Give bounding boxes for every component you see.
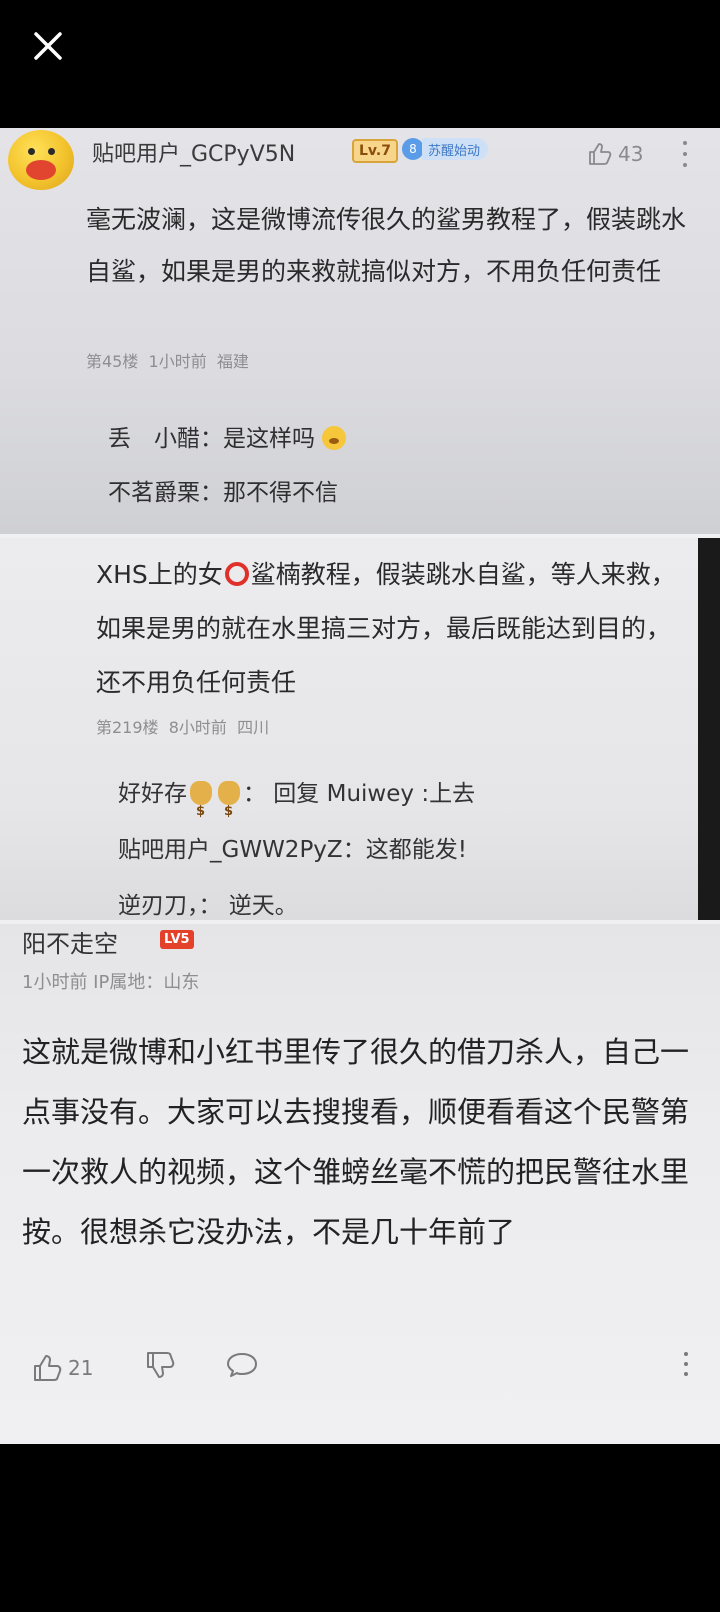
like-button[interactable]: 21 — [30, 1351, 93, 1385]
comment-meta: 1小时前 IP属地：山东 — [22, 972, 200, 993]
floor-number: 第219楼 — [96, 718, 159, 737]
thumbs-up-icon — [589, 143, 612, 165]
reply-item[interactable]: 逆刃刀，： 逆天。 — [118, 878, 475, 920]
comment-body: 毫无波澜，这是微博流传很久的鲨男教程了，假装跳水自鲨，如果是男的来救就搞似对方，… — [86, 205, 687, 286]
comment-time: 1小时前 — [148, 352, 207, 371]
comment-meta: 第219楼 8小时前 四川 — [96, 714, 269, 738]
like-count: 43 — [618, 142, 644, 166]
comment-time: 8小时前 — [168, 718, 227, 737]
screenshot-panel-2: XHS上的女 鲨楠教程，假装跳水自鲨，等人来救，如果是男的就在水里搞三对方，最后既… — [0, 538, 720, 920]
reply-text: ：这都能发! — [342, 837, 467, 863]
more-icon[interactable] — [680, 138, 690, 172]
reply-author: 好好存 — [118, 781, 187, 807]
reply-text: ： 回复 Muiwey :上去 — [243, 781, 476, 807]
title-badge: 8 苏醒始动 — [402, 136, 489, 162]
reply-author: 不茗爵栗 — [108, 480, 200, 506]
badge-icon: 8 — [402, 138, 424, 160]
crying-face-icon — [322, 426, 347, 450]
close-button[interactable] — [28, 26, 68, 66]
reply-text: ：那不得不信 — [200, 480, 338, 506]
more-icon[interactable] — [682, 1350, 690, 1380]
screenshot-panel-1: 贴吧用户_GCPyV5N Lv.7 8 苏醒始动 43 毫无波澜，这是微博流传很… — [0, 128, 720, 534]
screenshot-panel-3: 阳不走空 LV5 1小时前 IP属地：山东 这就是微博和小红书里传了很久的借刀杀… — [0, 924, 720, 1444]
thumbs-up-icon — [34, 1354, 62, 1381]
money-bag-icon — [190, 781, 212, 840]
thumbs-down-icon — [147, 1352, 175, 1378]
reply-author: 逆刃刀， — [118, 893, 199, 919]
close-icon — [34, 32, 62, 60]
reply-text: ： 逆天。 — [198, 893, 298, 919]
comment-location: 福建 — [216, 352, 249, 371]
comment-body: XHS上的女 鲨楠教程，假装跳水自鲨，等人来救，如果是男的就在水里搞三对方，最后既… — [96, 548, 676, 710]
money-bag-icon — [218, 781, 240, 840]
reply-item[interactable]: 好好存 ： 回复 Muiwey :上去 — [118, 766, 476, 840]
comment-bubble-icon — [227, 1353, 258, 1377]
dislike-button[interactable] — [143, 1348, 177, 1387]
comment-body-prefix: XHS上的女 — [96, 560, 223, 589]
reply-list: 丢 小醋：是这样吗 不茗爵栗：那不得不信 — [108, 412, 347, 520]
comment-body: 这就是微博和小红书里传了很久的借刀杀人，自己一点事没有。大家可以去搜搜看，顺便看… — [22, 1035, 690, 1249]
avatar[interactable] — [8, 130, 74, 190]
reply-item[interactable]: 贴吧用户_GWW2PyZ：这都能发! — [118, 822, 475, 878]
comment-meta: 第45楼 1小时前 福建 — [86, 348, 249, 372]
reply-text: ：是这样吗 — [200, 426, 315, 452]
floor-number: 第45楼 — [86, 352, 139, 371]
reply-button[interactable] — [225, 1348, 259, 1387]
reply-list: 好好存 ： 回复 Muiwey :上去 贴吧用户_GWW2PyZ：这都能发! 逆刃… — [118, 766, 475, 920]
comment-actions: 21 — [30, 1348, 259, 1387]
comment-location: 四川 — [237, 718, 270, 737]
reply-item[interactable]: 不茗爵栗：那不得不信 — [108, 466, 346, 520]
like-count: 21 — [68, 1355, 94, 1380]
reply-author: 丢 小醋 — [108, 426, 200, 452]
level-badge: LV5 — [160, 930, 194, 949]
reply-item[interactable]: 丢 小醋：是这样吗 — [108, 412, 347, 466]
like-button[interactable]: 43 — [586, 140, 643, 168]
badge-label: 苏醒始动 — [422, 138, 489, 160]
red-circle-icon — [224, 562, 249, 586]
username[interactable]: 贴吧用户_GCPyV5N — [92, 136, 295, 168]
level-badge: Lv.7 — [352, 139, 398, 163]
reply-author: 贴吧用户_GWW2PyZ — [118, 837, 343, 863]
username[interactable]: 阳不走空 — [22, 924, 118, 959]
